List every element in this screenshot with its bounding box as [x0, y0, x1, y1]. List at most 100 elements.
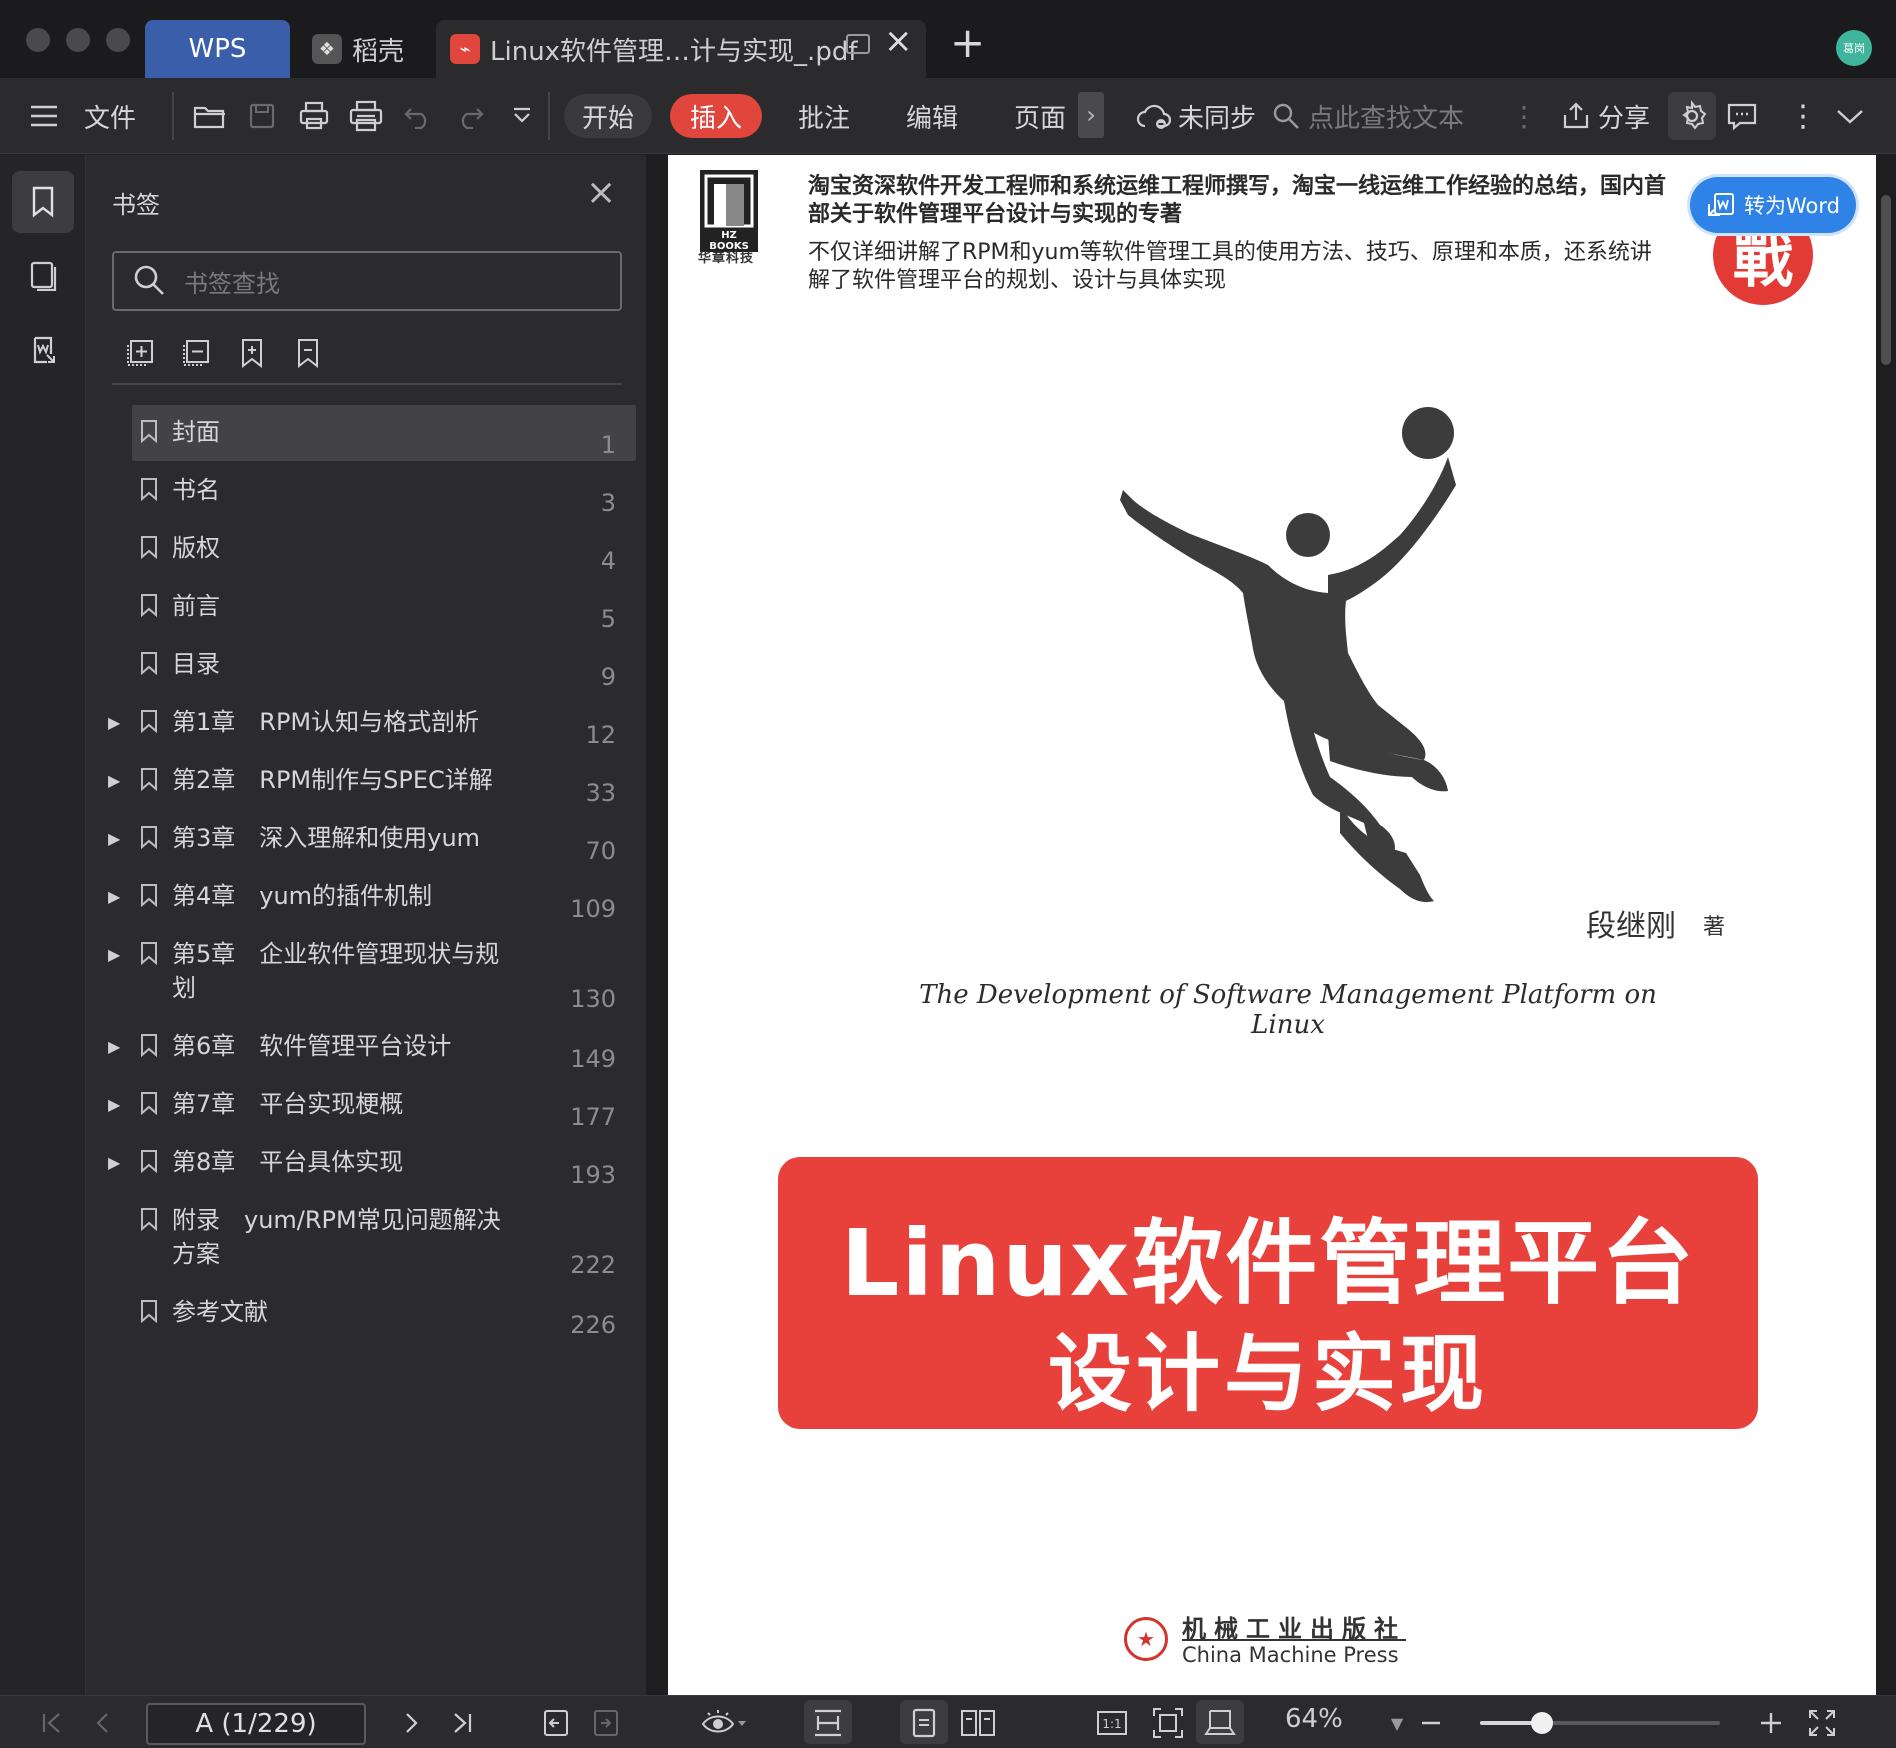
- page-number-input[interactable]: A (1/229): [146, 1703, 366, 1745]
- quick-access-dropdown-icon[interactable]: [502, 96, 542, 136]
- fit-page-icon[interactable]: [1148, 1704, 1188, 1742]
- bookmark-item[interactable]: ▶ 第6章 软件管理平台设计 149: [108, 1019, 636, 1075]
- publisher-name-en: China Machine Press: [1182, 1643, 1399, 1667]
- fit-width-icon[interactable]: [808, 1704, 848, 1742]
- bookmark-item[interactable]: ▶ 第4章 yum的插件机制 109: [108, 869, 636, 925]
- tab-edit[interactable]: 编辑: [906, 78, 958, 154]
- settings-gear-icon[interactable]: [1668, 92, 1716, 140]
- tab-start[interactable]: 开始: [564, 94, 652, 138]
- bookmark-item[interactable]: ▶ 第3章 深入理解和使用yum 70: [108, 811, 636, 867]
- vertical-scrollbar[interactable]: [1876, 155, 1896, 1695]
- bookmark-item[interactable]: 封面 1: [132, 405, 636, 461]
- expand-arrow-icon[interactable]: ▶: [108, 771, 120, 790]
- find-text-input[interactable]: 点此查找文本: [1308, 78, 1464, 154]
- bookmark-page-number: 4: [600, 547, 616, 575]
- bookmark-label: 附录 yum/RPM常见问题解决方案: [172, 1206, 501, 1268]
- bookmark-item[interactable]: ▶ 第2章 RPM制作与SPEC详解 33: [108, 753, 636, 809]
- bookmark-item[interactable]: 版权 4: [132, 521, 636, 577]
- convert-to-word-button[interactable]: 转为Word: [1690, 177, 1856, 233]
- redo-icon[interactable]: [450, 96, 490, 136]
- expand-arrow-icon[interactable]: ▶: [108, 945, 120, 964]
- avatar[interactable]: 葛岗: [1836, 30, 1872, 66]
- close-window-button[interactable]: [26, 28, 50, 52]
- share-button[interactable]: 分享: [1598, 78, 1650, 154]
- remove-bookmark-icon[interactable]: [290, 335, 326, 371]
- bookmark-item[interactable]: 书名 3: [132, 463, 636, 519]
- tab-page[interactable]: 页面: [1014, 78, 1066, 154]
- scrollbar-thumb[interactable]: [1881, 195, 1891, 365]
- first-page-icon[interactable]: [34, 1704, 70, 1742]
- more-options-icon[interactable]: ⋮: [1788, 78, 1818, 154]
- undo-icon[interactable]: [398, 96, 438, 136]
- collapse-all-icon[interactable]: [178, 335, 214, 371]
- fullscreen-icon[interactable]: [1804, 1704, 1840, 1742]
- bookmark-item[interactable]: 目录 9: [132, 637, 636, 693]
- eye-protection-icon[interactable]: [696, 1704, 752, 1742]
- expand-arrow-icon[interactable]: ▶: [108, 713, 120, 732]
- zoom-in-icon[interactable]: [1756, 1704, 1786, 1742]
- single-page-icon[interactable]: [904, 1704, 944, 1742]
- print-icon[interactable]: [346, 96, 386, 136]
- bookmark-panel: 书签 × 书签查找 封面 1 书名 3 版权 4 前言 5 目录 9 ▶ 第1章 RPM认知与格式剖析…: [86, 155, 646, 1695]
- tab-insert[interactable]: 插入: [670, 94, 762, 138]
- zoom-dropdown-chevron-icon[interactable]: ▼: [1382, 1704, 1412, 1742]
- minimize-window-button[interactable]: [66, 28, 90, 52]
- monitor-icon[interactable]: [846, 34, 870, 54]
- go-back-icon[interactable]: [536, 1704, 576, 1742]
- expand-all-icon[interactable]: [122, 335, 158, 371]
- file-menu[interactable]: 文件: [84, 78, 136, 154]
- convert-to-word-label: 转为Word: [1744, 194, 1840, 218]
- bookmark-panel-button[interactable]: [12, 171, 74, 233]
- expand-arrow-icon[interactable]: ▶: [108, 1153, 120, 1172]
- zoom-slider-thumb[interactable]: [1531, 1712, 1554, 1734]
- expand-arrow-icon[interactable]: ▶: [108, 829, 120, 848]
- new-tab-plus-icon[interactable]: +: [950, 22, 985, 64]
- bookmark-item[interactable]: 前言 5: [132, 579, 636, 635]
- collapse-ribbon-chevron-icon[interactable]: [1830, 96, 1870, 136]
- bookmark-icon: [141, 1092, 157, 1115]
- reading-mode-icon[interactable]: [1200, 1704, 1240, 1742]
- more-tabs-chevron-icon[interactable]: ›: [1078, 92, 1104, 138]
- add-bookmark-icon[interactable]: [234, 335, 270, 371]
- bookmark-search-input[interactable]: 书签查找: [112, 251, 622, 311]
- expand-arrow-icon[interactable]: ▶: [108, 1095, 120, 1114]
- bookmark-icon: [141, 1208, 157, 1231]
- zoom-level[interactable]: 64%: [1285, 1704, 1343, 1734]
- bookmark-item[interactable]: 参考文献 226: [132, 1285, 636, 1341]
- zoom-out-icon[interactable]: [1416, 1704, 1446, 1742]
- next-page-icon[interactable]: [394, 1704, 430, 1742]
- svg-text:1:1: 1:1: [1102, 1717, 1121, 1731]
- sync-status[interactable]: 未同步: [1178, 78, 1256, 154]
- close-panel-icon[interactable]: ×: [586, 175, 616, 211]
- two-page-icon[interactable]: [956, 1704, 1000, 1742]
- bookmark-item[interactable]: ▶ 第5章 企业软件管理现状与规划 130: [108, 927, 636, 1015]
- expand-arrow-icon[interactable]: ▶: [108, 887, 120, 906]
- open-folder-icon[interactable]: [190, 96, 230, 136]
- go-forward-icon[interactable]: [586, 1704, 626, 1742]
- save-icon[interactable]: [242, 96, 282, 136]
- author-suffix: 著: [1703, 915, 1726, 940]
- thumbnail-panel-button[interactable]: [12, 245, 74, 307]
- tab-annotate[interactable]: 批注: [798, 78, 850, 154]
- bookmark-item[interactable]: ▶ 第1章 RPM认知与格式剖析 12: [108, 695, 636, 751]
- share-icon[interactable]: [1556, 96, 1596, 136]
- expand-arrow-icon[interactable]: ▶: [108, 1037, 120, 1056]
- hamburger-menu-icon[interactable]: [24, 96, 64, 136]
- tab-wps[interactable]: WPS: [145, 20, 290, 78]
- author-name: 段继刚: [1586, 909, 1676, 944]
- close-tab-icon[interactable]: ×: [884, 24, 913, 58]
- bookmark-item[interactable]: ▶ 第7章 平台实现梗概 177: [108, 1077, 636, 1133]
- panel-resize-handle[interactable]: [646, 155, 668, 1695]
- zoom-slider[interactable]: [1480, 1712, 1720, 1734]
- bookmark-item[interactable]: ▶ 第8章 平台具体实现 193: [108, 1135, 636, 1191]
- actual-size-icon[interactable]: 1:1: [1092, 1704, 1132, 1742]
- print-preview-icon[interactable]: [294, 96, 334, 136]
- previous-page-icon[interactable]: [84, 1704, 120, 1742]
- bookmark-item[interactable]: 附录 yum/RPM常见问题解决方案 222: [132, 1193, 636, 1281]
- comment-icon[interactable]: [1722, 96, 1762, 136]
- last-page-icon[interactable]: [444, 1704, 480, 1742]
- convert-document-button[interactable]: [12, 319, 74, 381]
- tab-daoke[interactable]: ❖ 稻壳: [308, 20, 428, 78]
- tab-pdf-document[interactable]: ⌁ Linux软件管理…计与实现_.pdf ×: [436, 20, 926, 78]
- maximize-window-button[interactable]: [106, 28, 130, 52]
